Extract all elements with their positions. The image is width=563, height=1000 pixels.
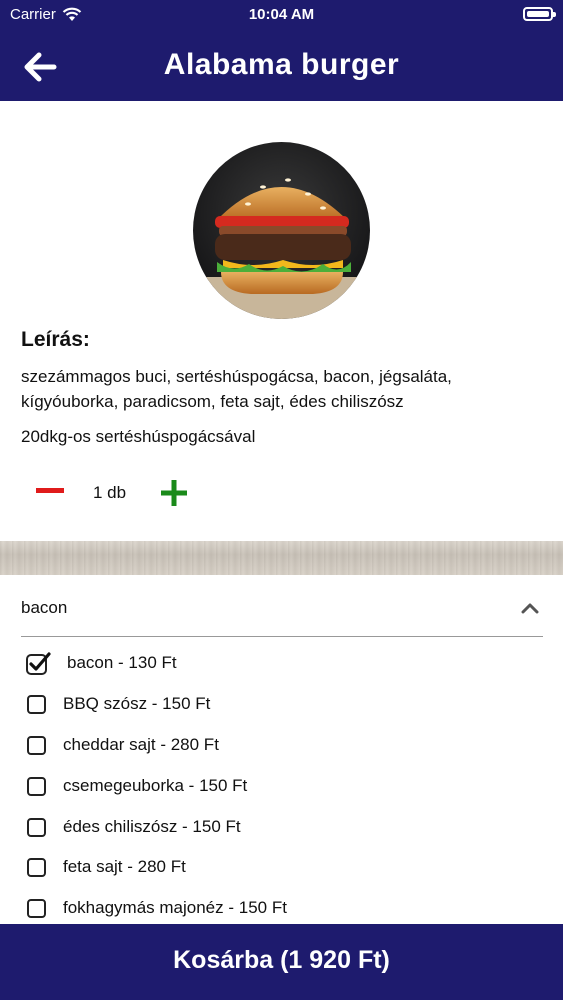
status-bar: Carrier 10:04 AM [0,0,563,30]
checkbox-icon[interactable] [27,695,46,714]
extras-option-label: cheddar sajt - 280 Ft [63,735,219,754]
battery-icon [523,7,556,21]
extras-option-label: BBQ szósz - 150 Ft [63,694,211,713]
extras-option[interactable]: fokhagymás majonéz - 150 Ft [0,889,563,929]
checkbox-checked-icon[interactable] [26,651,51,675]
weight-note: 20dkg-os sertéshúspogácsával [21,427,256,446]
extras-option[interactable]: BBQ szósz - 150 Ft [0,685,563,725]
add-to-cart-label: Kosárba (1 920 Ft) [173,946,390,974]
checkbox-icon[interactable] [27,736,46,755]
top-bar: Carrier 10:04 AM Alabama burger [0,0,563,101]
checkbox-icon[interactable] [27,777,46,796]
extras-option[interactable]: csemegeuborka - 150 Ft [0,767,563,807]
extras-option-label: fokhagymás majonéz - 150 Ft [63,898,287,917]
checkbox-icon[interactable] [27,899,46,918]
extras-option[interactable]: bacon - 130 Ft [0,644,563,684]
chevron-up-icon[interactable] [521,602,539,614]
plus-icon [161,480,187,506]
description-label: Leírás: [21,328,90,351]
decrease-quantity-button[interactable] [35,476,65,506]
minus-icon [36,488,64,493]
add-to-cart-button[interactable]: Kosárba (1 920 Ft) [0,924,563,1000]
extras-section-title: bacon [21,598,68,617]
extras-option-label: bacon - 130 Ft [67,653,177,672]
increase-quantity-button[interactable] [160,478,190,508]
extras-option-label: édes chiliszósz - 150 Ft [63,817,241,836]
page-title: Alabama burger [163,48,400,81]
quantity-value: 1 db [93,483,127,502]
extras-option[interactable]: cheddar sajt - 280 Ft [0,726,563,766]
checkbox-icon[interactable] [27,858,46,877]
extras-option[interactable]: édes chiliszósz - 150 Ft [0,808,563,848]
clock: 10:04 AM [248,6,315,23]
description-text: szezámmagos buci, sertéshúspogácsa, baco… [21,367,452,411]
extras-option-label: csemegeuborka - 150 Ft [63,776,248,795]
wood-divider [0,541,563,575]
checkbox-icon[interactable] [27,818,46,837]
extras-option[interactable]: feta sajt - 280 Ft [0,848,563,888]
burger-photo [193,142,370,319]
extras-section-header[interactable]: bacon [21,588,543,637]
extras-option-label: feta sajt - 280 Ft [63,857,186,876]
